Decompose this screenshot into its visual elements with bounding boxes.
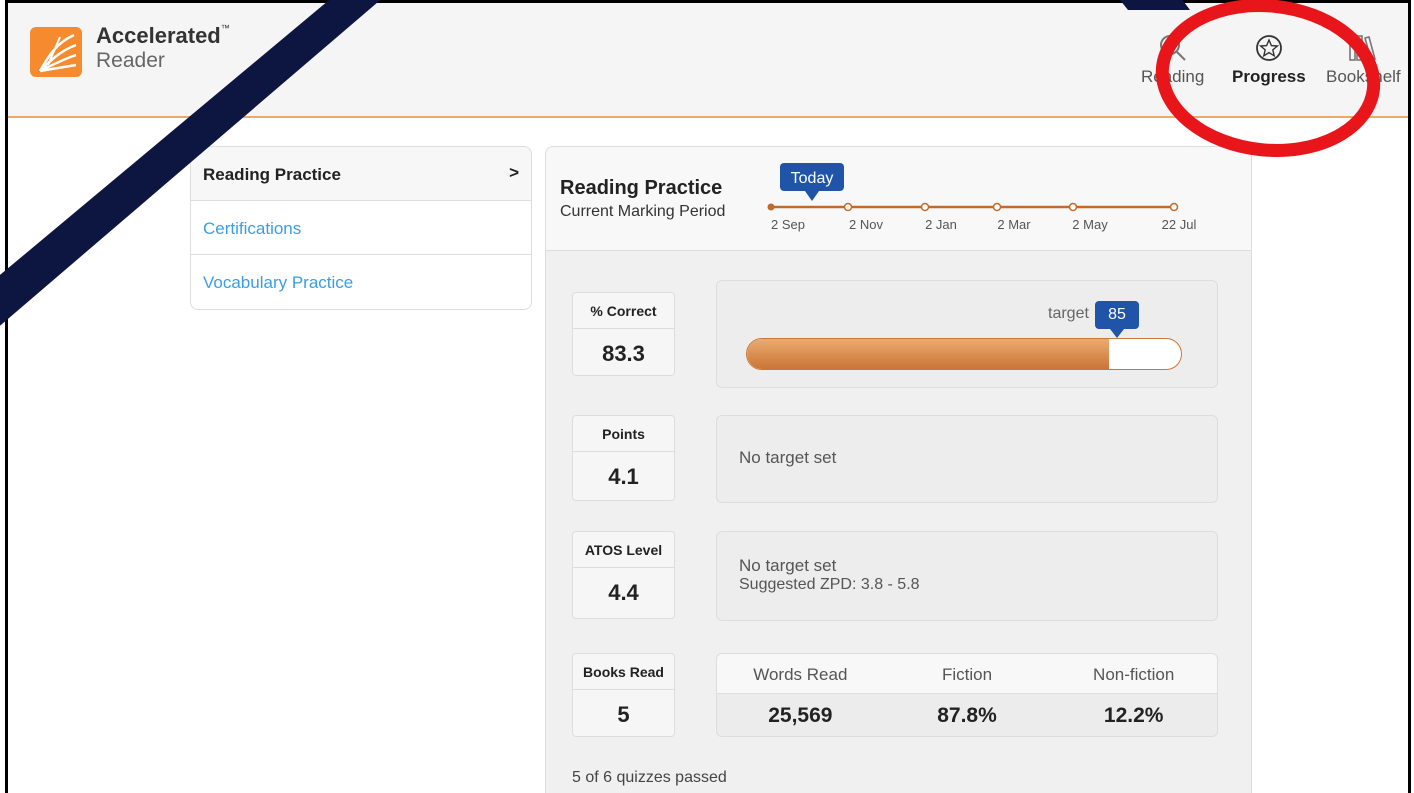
sidebar-item-label: Reading Practice: [203, 165, 341, 184]
metric-value: 5: [617, 702, 630, 727]
atos-level-metric: ATOS Level 4.4: [572, 531, 675, 619]
stats-value-row: 25,569 87.8% 12.2%: [717, 694, 1217, 736]
timeline-date: 22 Jul: [1162, 217, 1197, 232]
stats-header-row: Words Read Fiction Non-fiction: [717, 654, 1217, 694]
books-stats-table: Words Read Fiction Non-fiction 25,569 87…: [716, 653, 1218, 737]
stats-header-words-read: Words Read: [753, 665, 848, 684]
metric-value: 4.4: [608, 580, 639, 605]
stats-value-fiction: 87.8%: [937, 704, 997, 727]
marking-period-label: Current Marking Period: [560, 203, 726, 220]
nav-bookshelf[interactable]: Bookshelf: [1326, 33, 1401, 87]
star-badge-icon: [1255, 35, 1282, 61]
percent-correct-metric: % Correct 83.3: [572, 292, 675, 376]
timeline-dot: [767, 203, 775, 211]
page-title: Reading Practice: [560, 177, 723, 199]
points-metric: Points 4.1: [572, 415, 675, 501]
timeline-date: 2 May: [1072, 217, 1108, 232]
books-icon: [1349, 35, 1377, 61]
metric-value: 4.1: [608, 464, 639, 489]
timeline-date: 2 Sep: [771, 217, 805, 232]
accelerated-reader-logo-icon[interactable]: [30, 27, 82, 77]
metric-label: ATOS Level: [573, 532, 674, 568]
target-badge: 85: [1095, 301, 1139, 338]
app-header: Accelerated™ Reader Reading Progress Boo…: [8, 3, 1408, 118]
metric-value: 83.3: [602, 341, 645, 366]
nav-reading-label: Reading: [1141, 67, 1205, 86]
points-target: No target set: [716, 415, 1218, 503]
reading-practice-panel: Reading Practice Current Marking Period …: [545, 146, 1252, 793]
brand-subtitle: Reader: [96, 49, 165, 72]
sidebar-item-certifications[interactable]: Certifications: [191, 201, 531, 255]
atos-level-target: No target set Suggested ZPD: 3.8 - 5.8: [716, 531, 1218, 621]
no-target-text: No target set: [739, 448, 837, 467]
sidebar-item-reading-practice[interactable]: Reading Practice >: [191, 147, 531, 201]
timeline-dot: [843, 202, 853, 212]
timeline-dot: [1169, 202, 1179, 212]
search-icon: [1159, 35, 1186, 61]
sidebar-item-label: Vocabulary Practice: [203, 273, 354, 292]
panel-header: Reading Practice Current Marking Period …: [546, 147, 1251, 251]
stats-value-non-fiction: 12.2%: [1103, 704, 1164, 727]
books-read-metric: Books Read 5: [572, 653, 675, 737]
metric-label: Points: [573, 416, 674, 452]
timeline-date: 2 Mar: [997, 217, 1031, 232]
marking-period-timeline[interactable]: Today 2 Sep 2 Nov 2 Jan 2 Mar 2 May 22 J…: [761, 161, 1206, 241]
sidebar-item-label: Certifications: [203, 219, 302, 238]
app-window: Accelerated™ Reader Reading Progress Boo…: [5, 0, 1411, 793]
nav-progress[interactable]: Progress: [1232, 33, 1306, 87]
timeline-date: 2 Jan: [925, 217, 957, 232]
timeline-date: 2 Nov: [849, 217, 883, 232]
stats-header-fiction: Fiction: [941, 665, 993, 684]
suggested-zpd-text: Suggested ZPD: 3.8 - 5.8: [739, 576, 920, 593]
stats-header-non-fiction: Non-fiction: [1093, 665, 1175, 684]
stats-value-words-read: 25,569: [768, 704, 833, 727]
timeline-dot: [920, 202, 930, 212]
timeline-dot: [992, 202, 1002, 212]
today-marker-pointer: [805, 191, 819, 201]
sidebar-item-vocabulary-practice[interactable]: Vocabulary Practice: [191, 255, 531, 309]
progress-bar-fill: [747, 339, 1109, 369]
percent-correct-target: target 85: [716, 280, 1218, 388]
today-label: Today: [791, 170, 834, 187]
progress-bar: [746, 338, 1182, 370]
metric-label: % Correct: [573, 293, 674, 329]
nav-reading[interactable]: Reading: [1141, 33, 1204, 87]
target-label: target: [1048, 305, 1089, 322]
timeline-dot: [1068, 202, 1078, 212]
metric-label: Books Read: [573, 654, 674, 690]
quiz-summary-text: 5 of 6 quizzes passed: [572, 769, 727, 786]
nav-progress-label: Progress: [1232, 67, 1306, 86]
sidebar-menu: Reading Practice > Certifications Vocabu…: [190, 146, 532, 310]
chevron-right-icon: >: [509, 163, 519, 182]
nav-bookshelf-label: Bookshelf: [1326, 67, 1401, 86]
no-target-text: No target set: [739, 556, 837, 575]
brand-title: Accelerated™: [96, 23, 230, 48]
